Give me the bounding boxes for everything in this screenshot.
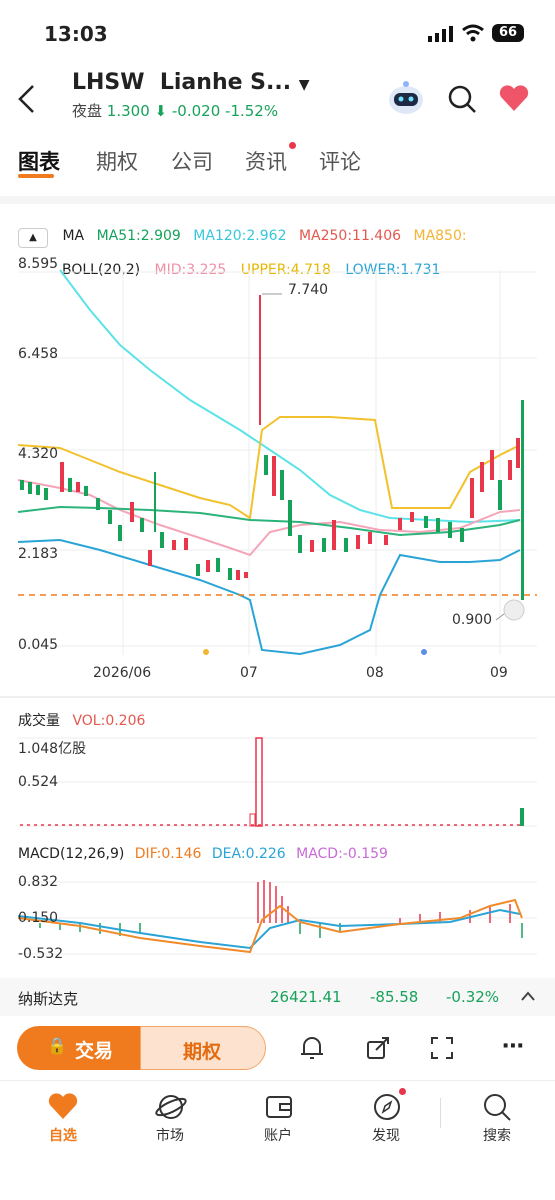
macd-dea: DEA:0.226: [211, 846, 286, 862]
boll-lower-line: [17, 538, 521, 656]
back-icon[interactable]: [16, 84, 38, 114]
nav-search[interactable]: 搜索: [457, 1125, 537, 1145]
tab-company[interactable]: 公司: [171, 146, 213, 176]
compass-icon[interactable]: [371, 1092, 403, 1122]
macd-title: MACD(12,26,9): [18, 846, 125, 862]
nav-account[interactable]: 账户: [238, 1125, 318, 1145]
tab-news[interactable]: 资讯: [245, 146, 287, 176]
low-annotation: 0.900: [452, 612, 493, 628]
macd-axis-label: 0.150: [18, 910, 59, 926]
alert-bell-icon[interactable]: [298, 1034, 326, 1062]
wallet-icon[interactable]: [264, 1092, 294, 1122]
trade-button[interactable]: 🔒 交易: [17, 1026, 149, 1070]
macd-legend: MACD(12,26,9) DIF:0.146 DEA:0.226 MACD:-…: [18, 846, 388, 862]
signal-icon: [428, 26, 453, 42]
macd-axis-label: 0.832: [18, 874, 59, 890]
search-icon[interactable]: [482, 1092, 512, 1122]
market-planet-icon[interactable]: [155, 1092, 187, 1122]
last-price: 1.300: [106, 102, 150, 120]
candles: [20, 295, 524, 600]
tab-active-indicator: [18, 174, 54, 178]
ticker: LHSW: [72, 70, 145, 95]
volume-axis-label: 0.524: [18, 774, 59, 790]
nav-watchlist[interactable]: 自选: [23, 1125, 103, 1145]
discover-badge: [399, 1088, 406, 1095]
tab-comments[interactable]: 评论: [319, 146, 361, 176]
date-axis-label: 07: [240, 665, 258, 681]
ma850-value: MA850:: [413, 228, 467, 244]
ma120-value: MA120:2.962: [193, 228, 287, 244]
ma-legend: ▲ MA MA51:2.909 MA120:2.962 MA250:11.406…: [18, 228, 467, 248]
lock-icon: 🔒: [47, 1036, 67, 1055]
divider: [440, 1098, 441, 1128]
more-icon[interactable]: ⋯: [502, 1034, 524, 1059]
boll-mid-line: [17, 479, 521, 557]
divider: [0, 1080, 555, 1081]
index-name: 纳斯达克: [18, 990, 79, 1008]
ma51-value: MA51:2.909: [96, 228, 181, 244]
volume-value: VOL:0.206: [72, 713, 146, 729]
session-label: 夜盘: [72, 102, 103, 120]
search-icon[interactable]: [447, 84, 477, 114]
price-axis-label: 8.595: [18, 256, 59, 272]
price-change: -0.020: [171, 102, 221, 120]
divider: [0, 196, 555, 204]
collapse-toggle-icon[interactable]: ▲: [18, 228, 48, 248]
stock-title[interactable]: LHSW Lianhe S... ▼: [72, 70, 310, 95]
macd-dif: DIF:0.146: [134, 846, 202, 862]
volume-legend: 成交量 VOL:0.206: [18, 710, 145, 730]
options-button[interactable]: 期权: [140, 1026, 266, 1070]
share-icon[interactable]: [364, 1034, 392, 1062]
boll-upper-line: [17, 416, 521, 520]
fullscreen-icon[interactable]: [430, 1036, 454, 1060]
battery-indicator: 66: [492, 24, 524, 42]
tab-options[interactable]: 期权: [96, 146, 138, 176]
price-axis-label: 0.045: [18, 637, 59, 653]
status-time: 13:03: [44, 22, 108, 46]
macd-value: MACD:-0.159: [296, 846, 388, 862]
down-arrow-icon: ⬇: [154, 102, 168, 120]
options-label: 期权: [183, 1041, 222, 1063]
dropdown-icon[interactable]: ▼: [299, 77, 310, 93]
chevron-up-icon[interactable]: [520, 990, 536, 1002]
wifi-icon: [462, 24, 484, 42]
date-axis-label: 2026/06: [93, 665, 152, 681]
volume-title: 成交量: [18, 713, 60, 729]
price-change-pct: -1.52%: [225, 102, 279, 120]
high-annotation: 7.740: [288, 282, 329, 298]
low-marker-icon: [503, 599, 525, 621]
index-value: 26421.41: [270, 988, 342, 1006]
watchlist-heart-icon[interactable]: [47, 1092, 79, 1120]
volume-axis-label: 1.048亿股: [18, 741, 87, 757]
index-change: -85.58: [370, 988, 419, 1006]
favorite-heart-icon[interactable]: [498, 84, 530, 112]
price-axis-label: 2.183: [18, 546, 59, 562]
nav-market[interactable]: 市场: [130, 1125, 210, 1145]
date-axis-label: 08: [366, 665, 384, 681]
ma120-line: [59, 269, 521, 524]
macd-axis-label: -0.532: [18, 946, 64, 962]
price-axis-label: 6.458: [18, 346, 59, 362]
divider: [0, 696, 555, 698]
ma-label: MA: [62, 228, 85, 244]
date-axis-label: 09: [490, 665, 508, 681]
tab-chart[interactable]: 图表: [18, 146, 60, 176]
quote-line: 夜盘 1.300 ⬇ -0.020 -1.52%: [72, 100, 278, 121]
event-marker-dot: [421, 649, 427, 655]
trade-label: 交易: [75, 1040, 114, 1062]
event-marker-dot: [203, 649, 209, 655]
nav-discover[interactable]: 发现: [346, 1125, 426, 1145]
news-badge: [289, 142, 296, 149]
status-bar: 13:03 66: [0, 0, 555, 62]
stock-name: Lianhe S...: [159, 70, 292, 95]
ma250-value: MA250:11.406: [298, 228, 402, 244]
index-ticker-bar[interactable]: 纳斯达克 26421.41 -85.58 -0.32%: [0, 978, 555, 1016]
index-change-pct: -0.32%: [446, 988, 500, 1006]
price-axis-label: 4.320: [18, 446, 59, 462]
macd-chart[interactable]: [0, 868, 555, 968]
robot-assistant-icon[interactable]: [386, 80, 426, 116]
